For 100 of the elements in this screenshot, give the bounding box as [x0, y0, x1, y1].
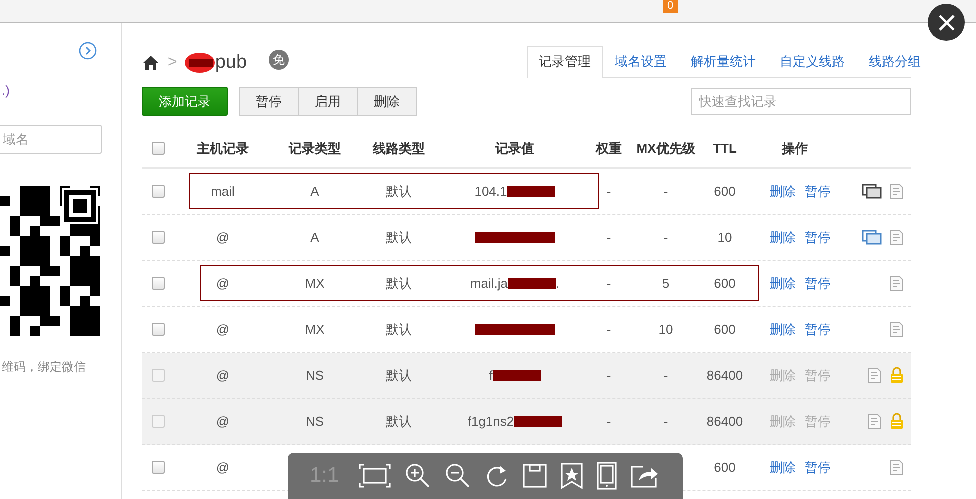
zoom-in-icon[interactable]: [405, 463, 432, 489]
column-header: 权重: [596, 140, 622, 158]
note-icon[interactable]: [890, 184, 904, 200]
tab[interactable]: 线路分组: [857, 46, 933, 77]
row-action-link[interactable]: 删除: [770, 274, 796, 292]
row-checkbox[interactable]: [152, 231, 165, 244]
note-icon[interactable]: [890, 322, 904, 338]
value-cell: 104.1: [474, 184, 508, 199]
row-checkbox[interactable]: [152, 185, 165, 198]
column-header: 操作: [782, 140, 808, 158]
type-cell: NS: [306, 414, 324, 429]
select-all-checkbox[interactable]: [152, 142, 165, 155]
domain-search-field[interactable]: 域名: [0, 125, 102, 154]
action-button[interactable]: 删除: [357, 87, 417, 116]
ttl-cell: 86400: [706, 368, 744, 383]
qr-caption: 维码，绑定微信: [2, 359, 86, 376]
host-cell: @: [216, 414, 230, 429]
tab[interactable]: 解析量统计: [679, 46, 768, 77]
close-button[interactable]: [928, 4, 965, 41]
tab[interactable]: 记录管理: [527, 46, 603, 78]
redaction-mark: [189, 59, 214, 67]
row-checkbox[interactable]: [152, 461, 165, 474]
weight-cell: -: [606, 230, 612, 245]
action-button[interactable]: 暂停: [239, 87, 299, 116]
row-action-link[interactable]: 暂停: [805, 228, 831, 246]
weight-cell: -: [606, 368, 612, 383]
line-cell: 默认: [386, 366, 412, 384]
lock-icon: [890, 413, 904, 430]
priority-cell: 5: [662, 276, 670, 291]
value-cell: f1g1ns2: [468, 414, 514, 429]
ttl-cell: 86400: [706, 414, 744, 429]
zoom-out-icon[interactable]: [445, 463, 472, 489]
host-cell: @: [216, 460, 230, 475]
priority-cell: -: [664, 230, 668, 245]
action-button[interactable]: 启用: [298, 87, 358, 116]
domain-name: pub: [215, 52, 248, 74]
redaction-mark: [507, 186, 556, 197]
type-cell: MX: [305, 276, 325, 291]
row-action-link[interactable]: 删除: [770, 458, 796, 476]
home-icon[interactable]: [142, 55, 160, 71]
weight-cell: -: [606, 322, 612, 337]
bookmark-star-icon[interactable]: [561, 463, 584, 489]
ttl-cell: 600: [714, 276, 736, 291]
add-record-button[interactable]: 添加记录: [142, 87, 228, 116]
row-action-link[interactable]: 暂停: [805, 320, 831, 338]
breadcrumb-separator: >: [168, 54, 178, 72]
column-header: 记录值: [496, 140, 534, 158]
rotate-icon[interactable]: [485, 463, 510, 489]
share-icon[interactable]: [631, 464, 660, 488]
column-header: 主机记录: [197, 140, 249, 158]
ttl-cell: 600: [714, 322, 736, 337]
row-action-link[interactable]: 暂停: [805, 458, 831, 476]
row-checkbox[interactable]: [152, 277, 165, 290]
tab[interactable]: 自定义线路: [768, 46, 857, 77]
line-cell: 默认: [386, 412, 412, 430]
plan-badge: 免: [269, 50, 290, 70]
host-cell: @: [216, 276, 230, 291]
priority-cell: -: [664, 368, 668, 383]
note-icon[interactable]: [890, 276, 904, 292]
close-icon: [938, 14, 956, 32]
notification-badge: 0: [663, 0, 678, 13]
column-header: 线路类型: [373, 140, 425, 158]
line-cell: 默认: [386, 274, 412, 292]
weight-cell: -: [606, 276, 612, 291]
redaction-mark: [514, 416, 562, 427]
row-action-link[interactable]: 删除: [770, 182, 796, 200]
line-cell: 默认: [386, 182, 412, 200]
weight-cell: -: [606, 414, 612, 429]
type-cell: A: [310, 184, 320, 199]
row-action-link[interactable]: 暂停: [805, 274, 831, 292]
note-icon[interactable]: [890, 460, 904, 476]
ttl-cell: 600: [714, 184, 736, 199]
row-action-link[interactable]: 删除: [770, 320, 796, 338]
row-action-link[interactable]: 删除: [770, 228, 796, 246]
fit-screen-icon[interactable]: [359, 464, 392, 488]
redaction-mark: [508, 278, 556, 289]
host-cell: @: [216, 230, 230, 245]
ttl-cell: 600: [714, 460, 736, 475]
priority-cell: 10: [658, 322, 674, 337]
type-cell: A: [310, 230, 320, 245]
line-cell: 默认: [386, 228, 412, 246]
note-icon[interactable]: [890, 230, 904, 246]
tab[interactable]: 域名设置: [603, 46, 679, 77]
column-header: 记录类型: [289, 140, 341, 158]
column-header: MX优先级: [636, 140, 696, 158]
type-cell: MX: [305, 322, 325, 337]
row-action-link[interactable]: 暂停: [805, 182, 831, 200]
weight-cell: -: [606, 184, 612, 199]
line-cell: 默认: [386, 320, 412, 338]
priority-cell: -: [664, 414, 668, 429]
tablet-icon[interactable]: [597, 462, 618, 490]
row-checkbox[interactable]: [152, 323, 165, 336]
host-cell: mail: [211, 184, 235, 199]
record-search-field[interactable]: 快速查找记录: [691, 88, 911, 115]
lock-icon: [890, 367, 904, 384]
host-cell: @: [216, 322, 230, 337]
monitor-icon[interactable]: [862, 184, 882, 200]
sidebar-text: .): [2, 83, 10, 98]
column-header: TTL: [713, 141, 737, 156]
value-cell: mail.ja: [470, 276, 508, 291]
